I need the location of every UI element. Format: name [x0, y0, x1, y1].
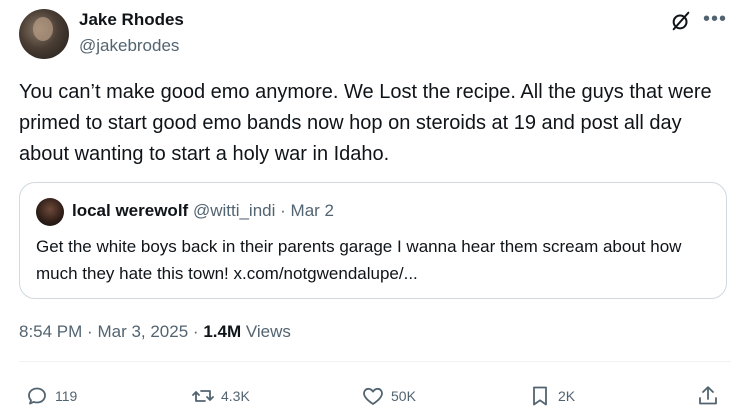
like-count: 50K — [391, 388, 416, 404]
bookmark-button[interactable]: 2K — [528, 384, 575, 408]
like-button[interactable]: 50K — [361, 384, 416, 408]
like-icon — [363, 387, 383, 405]
quoted-handle: @witti_indi — [192, 201, 276, 220]
share-icon — [699, 386, 717, 405]
reply-icon — [28, 387, 46, 405]
tweet-date[interactable]: Mar 3, 2025 — [97, 322, 188, 341]
divider — [19, 361, 731, 362]
meta-separator-2: · — [192, 322, 199, 341]
tweet-meta: 8:54 PM · Mar 3, 2025 · 1.4M Views — [19, 322, 291, 342]
quoted-avatar — [36, 198, 64, 226]
tweet-time[interactable]: 8:54 PM — [19, 322, 82, 341]
author-handle[interactable]: @jakebrodes — [79, 36, 179, 56]
quoted-header: local werewolf @witti_indi · Mar 2 — [72, 201, 334, 221]
grok-icon[interactable] — [670, 10, 692, 32]
quoted-text: Get the white boys back in their parents… — [36, 237, 682, 283]
meta-separator: · — [87, 322, 93, 341]
author-display-name[interactable]: Jake Rhodes — [79, 10, 184, 30]
quoted-separator: · — [280, 201, 286, 220]
tweet-text: You can’t make good emo anymore. We Lost… — [19, 81, 712, 165]
author-avatar[interactable] — [19, 9, 69, 59]
repost-icon — [192, 390, 214, 402]
reply-button[interactable]: 119 — [25, 384, 77, 408]
quoted-tweet-card[interactable]: local werewolf @witti_indi · Mar 2 Get t… — [19, 182, 727, 299]
reply-count: 119 — [55, 388, 78, 404]
bookmark-count: 2K — [558, 388, 576, 404]
views-label: Views — [245, 322, 291, 341]
more-icon[interactable]: ••• — [703, 8, 726, 30]
quoted-date: Mar 2 — [290, 201, 334, 220]
quoted-display-name: local werewolf — [72, 201, 189, 220]
share-button[interactable] — [696, 384, 720, 408]
repost-button[interactable]: 4.3K — [191, 384, 250, 408]
bookmark-icon — [533, 386, 547, 406]
views-count: 1.4M — [203, 322, 242, 341]
repost-count: 4.3K — [221, 388, 250, 404]
